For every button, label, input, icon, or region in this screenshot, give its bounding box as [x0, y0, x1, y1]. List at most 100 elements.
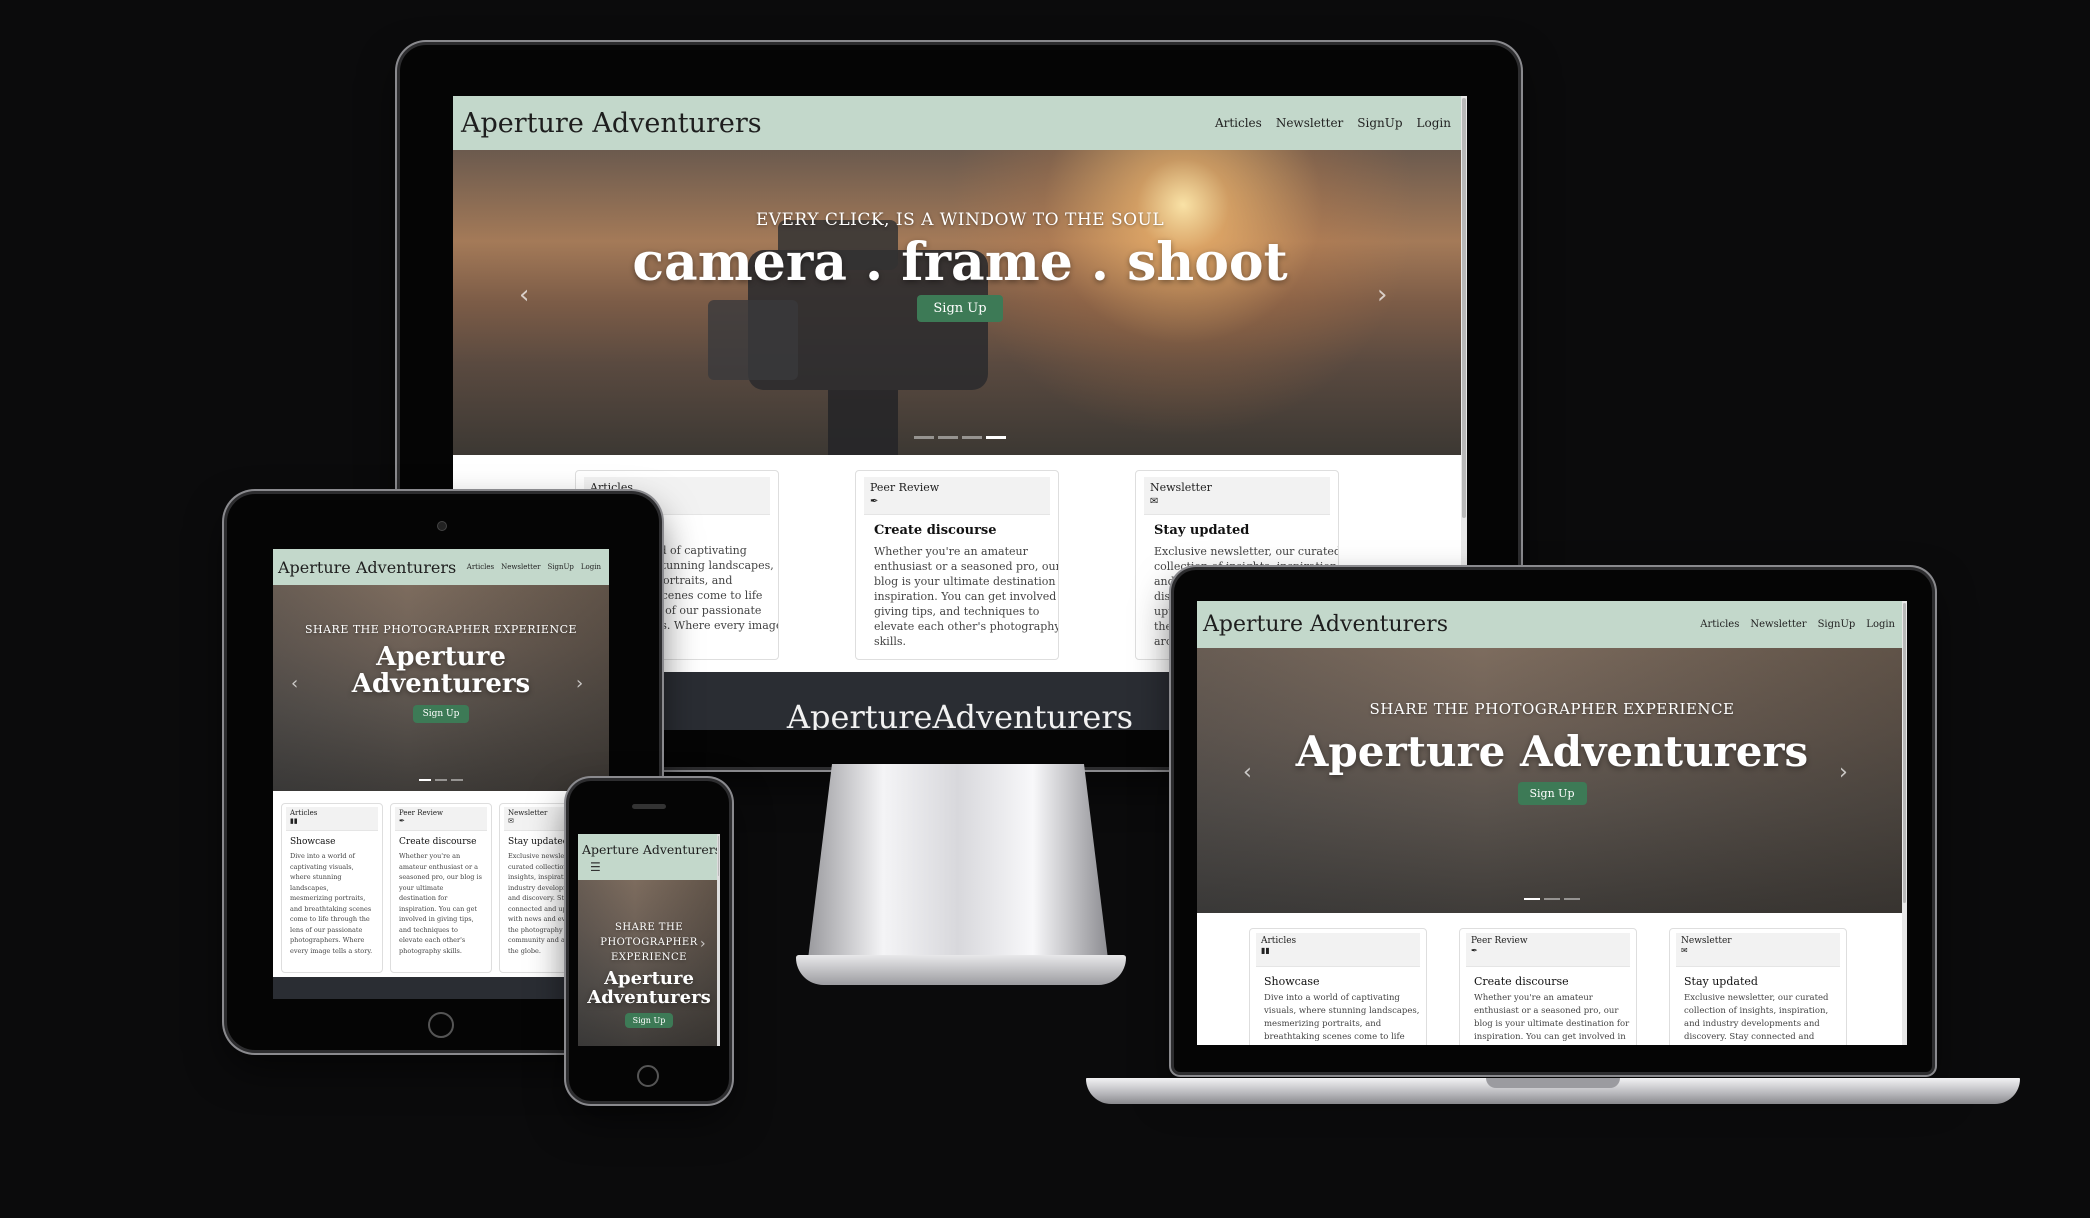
hero-content: SHARE THE PHOTOGRAPHER EXPERIENCE Apertu…	[1197, 700, 1907, 806]
scrollbar[interactable]	[717, 834, 720, 1046]
card-header: Peer Review ✒	[1466, 933, 1630, 967]
card-header-label: Peer Review	[399, 809, 443, 817]
card-title: Showcase	[290, 837, 336, 847]
hero-signup-button[interactable]: Sign Up	[624, 1012, 674, 1028]
hero-kicker-line: PHOTOGRAPHER	[600, 937, 698, 948]
pen-icon: ✒	[399, 817, 405, 825]
nav-links: Articles Newsletter SignUp Login	[1700, 619, 1895, 630]
hero-kicker: SHARE THE PHOTOGRAPHER EXPERIENCE	[1369, 700, 1735, 718]
book-icon: ▮▮	[1261, 946, 1270, 955]
card-header: Peer Review ✒	[864, 477, 1050, 515]
laptop-screen: Aperture Adventurers Articles Newsletter…	[1197, 601, 1907, 1045]
nav-login[interactable]: Login	[581, 563, 601, 571]
card-header-label: Peer Review	[870, 481, 940, 494]
hero-kicker-line: EXPERIENCE	[611, 952, 687, 963]
book-icon: ▮▮	[290, 817, 298, 825]
hero-carousel: › SHARE THE PHOTOGRAPHER EXPERIENCE Aper…	[578, 880, 720, 1046]
card-header-label: Newsletter	[1681, 936, 1732, 946]
carousel-indicators[interactable]	[273, 779, 609, 781]
nav-signup[interactable]: SignUp	[548, 563, 574, 571]
card-title: Create discourse	[874, 523, 997, 538]
nav-login[interactable]: Login	[1417, 116, 1451, 130]
hero-headline-line: Adventurers	[587, 986, 711, 1008]
laptop-notch	[1486, 1078, 1620, 1088]
brand-logo[interactable]: Aperture Adventurers	[278, 558, 456, 577]
nav-newsletter[interactable]: Newsletter	[1276, 116, 1343, 130]
envelope-icon: ✉	[508, 817, 514, 825]
envelope-icon: ✉	[1150, 496, 1159, 507]
monitor-stand-base	[796, 955, 1126, 985]
carousel-indicator[interactable]	[435, 779, 447, 781]
carousel-indicator[interactable]	[1564, 898, 1580, 900]
pen-icon: ✒	[870, 496, 879, 507]
card-text: Whether you're an amateur enthusiast or …	[874, 545, 1059, 648]
nav-signup[interactable]: SignUp	[1357, 116, 1402, 130]
card-header-label: Newsletter	[1150, 481, 1212, 494]
card-text: Whether you're an amateur enthusiast or …	[1474, 993, 1630, 1042]
nav-articles[interactable]: Articles	[1215, 116, 1262, 130]
hero-signup-button[interactable]: Sign Up	[917, 294, 1003, 322]
brand-logo[interactable]: Aperture Adventurers	[582, 842, 720, 857]
card-header-label: Articles	[590, 481, 633, 494]
brand-logo[interactable]: Aperture Adventurers	[461, 108, 762, 139]
navbar: Aperture Adventurers Articles Newsletter…	[453, 96, 1467, 150]
hero-content: EVERY CLICK, IS A WINDOW TO THE SOUL cam…	[453, 210, 1467, 322]
card-header: Peer Review ✒	[395, 807, 487, 831]
card-text: Dive into a world of captivating visuals…	[290, 852, 373, 955]
carousel-indicators[interactable]	[1197, 898, 1907, 900]
pen-icon: ✒	[1471, 946, 1478, 955]
nav-signup[interactable]: SignUp	[1818, 619, 1856, 630]
hero-signup-button[interactable]: Sign Up	[1517, 782, 1587, 806]
hero-kicker-line: SHARE THE	[615, 922, 683, 933]
card-articles: Articles ▮▮ Showcase Dive into a world o…	[281, 803, 383, 973]
card-text: Whether you're an amateur enthusiast or …	[399, 852, 482, 955]
hamburger-menu-icon[interactable]: ☰	[590, 860, 601, 874]
nav-articles[interactable]: Articles	[1700, 619, 1739, 630]
nav-links: Articles Newsletter SignUp Login	[467, 563, 601, 571]
carousel-indicator[interactable]	[451, 779, 463, 781]
nav-articles[interactable]: Articles	[467, 563, 494, 571]
carousel-indicators[interactable]	[453, 436, 1467, 439]
phone-screen: Aperture Adventurers ☰ › SHARE THE PHOTO…	[578, 834, 720, 1046]
card-peer-review: Peer Review ✒ Create discourse Whether y…	[1459, 928, 1637, 1045]
card-newsletter: Newsletter ✉ Stay updated Exclusive news…	[1669, 928, 1847, 1045]
card-title: Stay updated	[1684, 975, 1758, 988]
carousel-indicator-active[interactable]	[986, 436, 1006, 439]
carousel-indicator-active[interactable]	[1524, 898, 1540, 900]
nav-login[interactable]: Login	[1866, 619, 1895, 630]
envelope-icon: ✉	[1681, 946, 1688, 955]
phone-home-button[interactable]	[637, 1065, 659, 1087]
card-title: Create discourse	[1474, 975, 1569, 988]
card-header: Newsletter ✉	[1144, 477, 1330, 515]
hero-carousel: ‹ › SHARE THE PHOTOGRAPHER EXPERIENCE Ap…	[273, 585, 609, 791]
card-header-label: Articles	[290, 809, 318, 817]
nav-newsletter[interactable]: Newsletter	[501, 563, 540, 571]
tablet-camera	[437, 521, 447, 531]
card-header: Newsletter ✉	[1676, 933, 1840, 967]
carousel-indicator[interactable]	[962, 436, 982, 439]
hero-headline: Aperture Adventurers	[1295, 727, 1809, 776]
card-peer-review: Peer Review ✒ Create discourse Whether y…	[855, 470, 1059, 660]
phone-speaker	[632, 804, 666, 809]
nav-newsletter[interactable]: Newsletter	[1750, 619, 1806, 630]
tablet-home-button[interactable]	[428, 1012, 454, 1038]
card-header-label: Articles	[1261, 936, 1297, 946]
card-header: Articles ▮▮	[1256, 933, 1420, 967]
card-header-label: Peer Review	[1471, 936, 1528, 946]
card-peer-review: Peer Review ✒ Create discourse Whether y…	[390, 803, 492, 973]
hero-signup-button[interactable]: Sign Up	[412, 704, 470, 723]
card-title: Stay updated	[1154, 523, 1250, 538]
hero-kicker: SHARE THE PHOTOGRAPHER EXPERIENCE	[304, 623, 578, 636]
brand-logo[interactable]: Aperture Adventurers	[1203, 612, 1448, 637]
scrollbar[interactable]	[1902, 601, 1907, 1045]
footer	[273, 977, 609, 999]
navbar: Aperture Adventurers Articles Newsletter…	[273, 549, 609, 585]
carousel-indicator-active[interactable]	[419, 779, 431, 781]
hero-content: SHARE THE PHOTOGRAPHER EXPERIENCE Apertu…	[578, 920, 720, 1028]
carousel-indicator[interactable]	[914, 436, 934, 439]
monitor-stand-neck	[808, 764, 1108, 959]
carousel-indicator[interactable]	[1544, 898, 1560, 900]
hero-headline: camera . frame . shoot	[632, 232, 1288, 293]
carousel-indicator[interactable]	[938, 436, 958, 439]
hero-carousel: ‹ › EVERY CLICK, IS A WINDOW TO THE SOUL…	[453, 150, 1467, 455]
